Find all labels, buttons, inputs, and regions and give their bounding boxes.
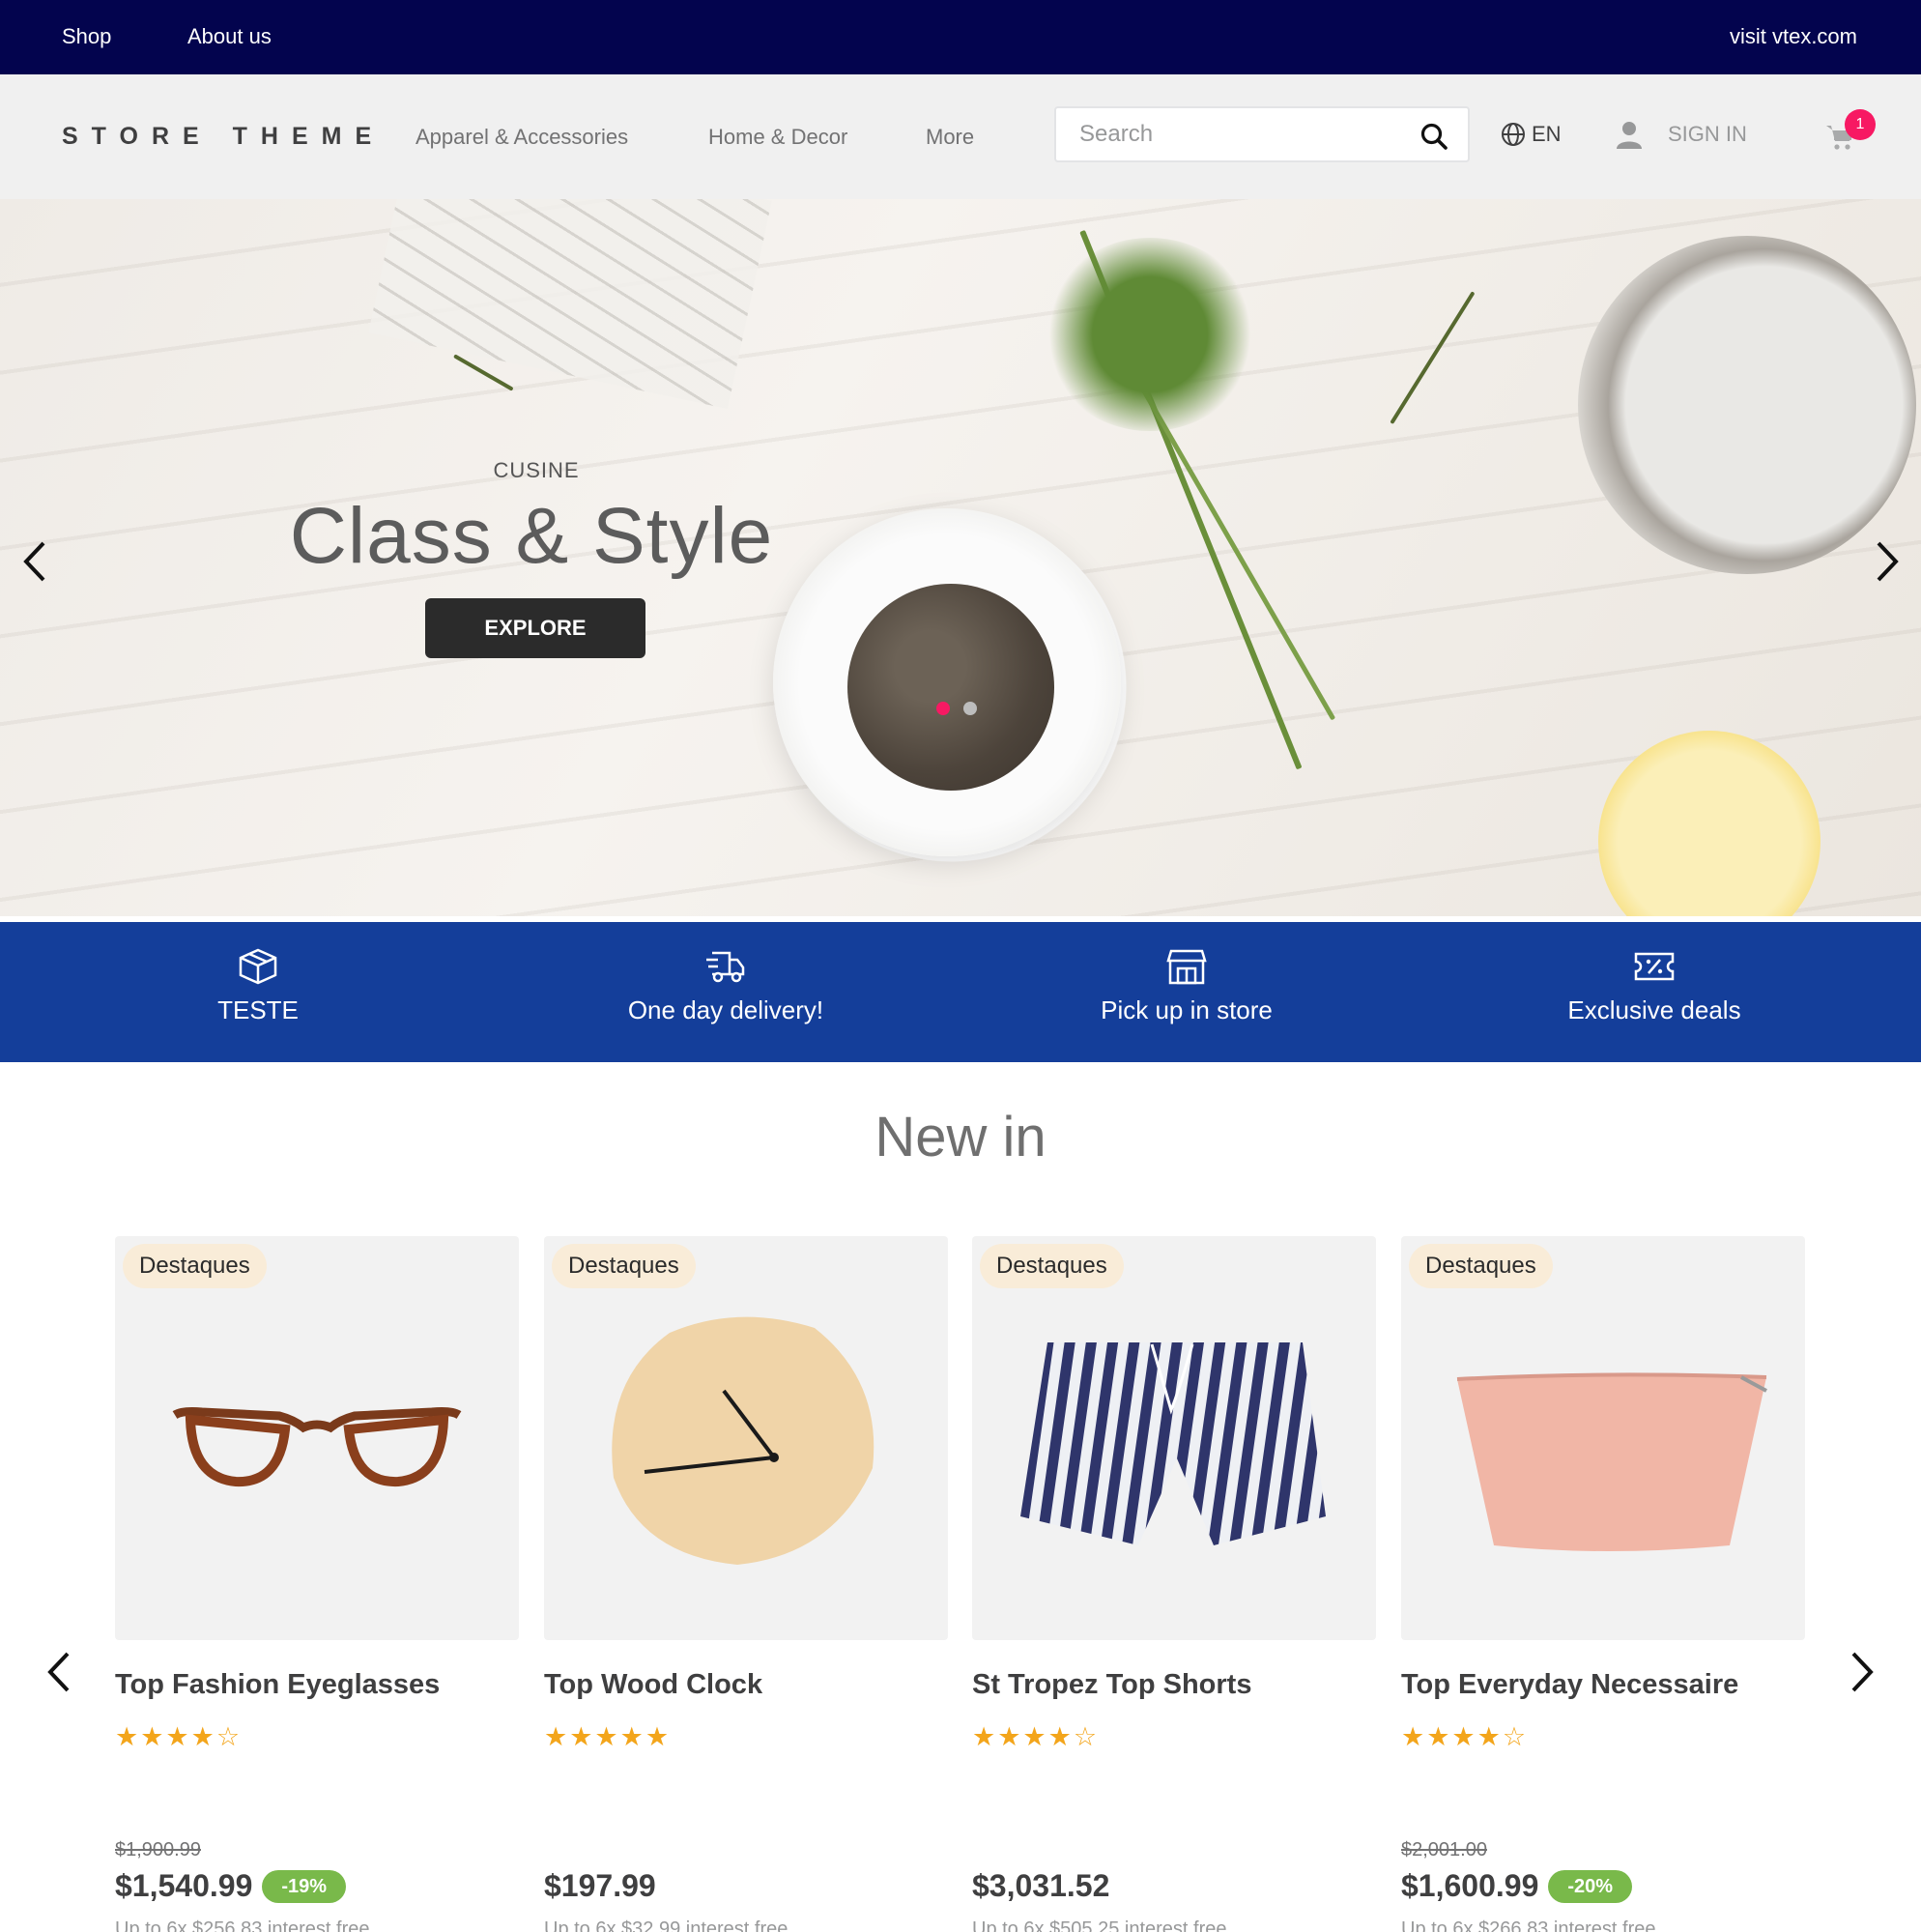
rating-stars: ★★★★☆ [115, 1722, 243, 1751]
installments: Up to 6x $256.83 interest free [115, 1918, 370, 1932]
hero-herb-leaves [1044, 238, 1256, 431]
sign-in-label: SIGN IN [1668, 122, 1747, 146]
benefit-item: One day delivery! [532, 947, 919, 1025]
explore-button[interactable]: EXPLORE [425, 598, 645, 658]
slider-dots [936, 702, 977, 715]
header: STORE THEME Apparel & Accessories Home &… [0, 74, 1921, 199]
product-tag: Destaques [1409, 1244, 1553, 1288]
hero-banner: CUSINE Class & Style EXPLORE [0, 199, 1921, 916]
shelf-next-icon[interactable] [1842, 1648, 1880, 1696]
product-image[interactable]: Destaques [544, 1236, 948, 1640]
chevron-right-icon[interactable] [1867, 537, 1906, 586]
benefit-label: Pick up in store [1101, 995, 1273, 1024]
benefit-label: TESTE [217, 995, 299, 1024]
benefit-item: TESTE [65, 947, 451, 1025]
nav-item-more[interactable]: More [926, 125, 974, 150]
benefit-label: Exclusive deals [1567, 995, 1741, 1024]
top-link-about-us[interactable]: About us [187, 24, 272, 49]
product-name[interactable]: Top Fashion Eyeglasses [115, 1669, 519, 1701]
hero-salt-bowl-image [1578, 236, 1916, 574]
rating-stars: ★★★★★ [544, 1722, 672, 1751]
search-icon[interactable] [1419, 122, 1448, 151]
language-label: EN [1532, 122, 1562, 146]
benefit-label: One day delivery! [627, 995, 824, 1024]
necessaire-image [1456, 1372, 1767, 1551]
language-selector[interactable]: EN [1501, 122, 1562, 147]
installments: Up to 6x $32.99 interest free [544, 1918, 788, 1932]
rating-stars: ★★★★☆ [972, 1722, 1100, 1751]
list-price: $2,001.00 [1401, 1839, 1487, 1860]
discount-badge: -20% [1548, 1869, 1633, 1903]
product-card[interactable]: Destaques Top Everyday Necessaire ★★★★☆ … [1401, 1236, 1805, 1932]
selling-price: $1,600.99 [1401, 1868, 1539, 1903]
search-box [1054, 106, 1470, 162]
discount-ticket-icon [1634, 952, 1675, 981]
product-tag: Destaques [123, 1244, 267, 1288]
eyeglasses-image [172, 1406, 462, 1487]
top-link-visit-vtex[interactable]: visit vtex.com [1730, 24, 1857, 49]
product-card[interactable]: Destaques Top Wood Clock ★★★★★ $197.99 U… [544, 1236, 948, 1932]
nav-item-home-decor[interactable]: Home & Decor [708, 125, 847, 150]
hero-seeds-image [847, 584, 1054, 791]
globe-icon [1502, 123, 1525, 146]
selling-price-row: $1,540.99 -19% [115, 1868, 347, 1904]
list-price: $1,900.99 [115, 1839, 201, 1860]
product-tag: Destaques [980, 1244, 1124, 1288]
benefit-item: Exclusive deals [1461, 947, 1848, 1025]
chevron-left-icon[interactable] [16, 537, 55, 586]
shelf-title: New in [874, 1106, 1047, 1168]
rating-stars: ★★★★☆ [1401, 1722, 1529, 1751]
product-name[interactable]: Top Everyday Necessaire [1401, 1669, 1805, 1701]
product-image[interactable]: Destaques [972, 1236, 1376, 1640]
top-link-shop[interactable]: Shop [62, 24, 111, 49]
delivery-truck-icon [706, 951, 745, 983]
product-image[interactable]: Destaques [115, 1236, 519, 1640]
shelf-prev-icon[interactable] [41, 1648, 79, 1696]
hero-herb-sprig [1390, 291, 1476, 425]
selling-price: $1,540.99 [115, 1868, 253, 1903]
benefits-strip: TESTE One day delivery! Pick up in store… [0, 922, 1921, 1062]
wood-clock-image [612, 1316, 874, 1565]
nav-item-apparel-accessories[interactable]: Apparel & Accessories [416, 125, 628, 150]
top-bar: Shop About us visit vtex.com [0, 0, 1921, 74]
striped-shorts-image [1020, 1342, 1326, 1545]
selling-price-row: $3,031.52 [972, 1868, 1109, 1904]
installments: Up to 6x $505.25 interest free [972, 1918, 1227, 1932]
hero-eyebrow: CUSINE [493, 458, 580, 482]
product-name[interactable]: St Tropez Top Shorts [972, 1669, 1376, 1701]
product-tag: Destaques [552, 1244, 696, 1288]
product-image[interactable]: Destaques [1401, 1236, 1805, 1640]
cart-count-badge: 1 [1845, 109, 1876, 140]
selling-price: $197.99 [544, 1868, 656, 1903]
slide-dot-1[interactable] [936, 702, 950, 715]
product-card[interactable]: Destaques Top Fashion Eyeglasses ★★★★☆ $… [115, 1236, 519, 1932]
store-logo[interactable]: STORE THEME [62, 123, 385, 151]
product-name[interactable]: Top Wood Clock [544, 1669, 948, 1701]
hero-headline: Class & Style [289, 492, 774, 580]
slide-dot-2[interactable] [963, 702, 977, 715]
selling-price-row: $1,600.99 -20% [1401, 1868, 1633, 1904]
selling-price: $3,031.52 [972, 1868, 1110, 1903]
selling-price-row: $197.99 [544, 1868, 656, 1904]
user-icon [1617, 122, 1642, 149]
search-input[interactable] [1079, 120, 1398, 149]
benefit-item: Pick up in store [993, 947, 1380, 1025]
hero-cloth-decoration [368, 199, 772, 410]
discount-badge: -19% [262, 1869, 347, 1903]
product-card[interactable]: Destaques St Tropez Top Shorts ★★★★☆ $3,… [972, 1236, 1376, 1932]
hero-lemon-image [1598, 731, 1821, 916]
sign-in-button[interactable]: SIGN IN [1616, 120, 1747, 149]
minicart-button[interactable]: 1 [1826, 109, 1876, 155]
box-icon [239, 948, 277, 985]
installments: Up to 6x $266.83 interest free [1401, 1918, 1656, 1932]
store-icon [1166, 949, 1207, 985]
